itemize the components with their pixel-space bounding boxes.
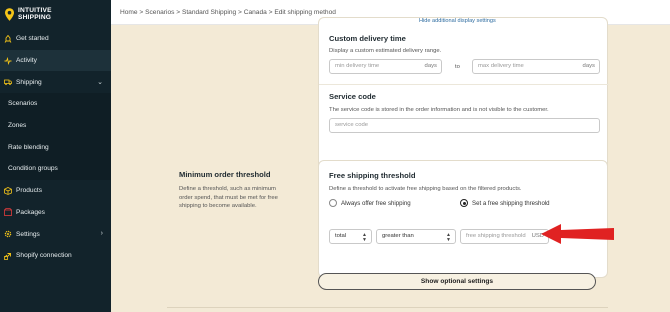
- sidebar-item-get-started[interactable]: Get started: [0, 28, 111, 50]
- logo[interactable]: INTUITIVE SHIPPING: [5, 4, 105, 24]
- sidebar-item-condition-groups[interactable]: Condition groups: [0, 158, 111, 180]
- total-select-value: total: [335, 233, 347, 239]
- select-arrows-icon: ▲ ▼: [446, 232, 451, 243]
- sidebar-item-label: Get started: [16, 35, 49, 43]
- sidebar-item-packages[interactable]: Packages: [0, 202, 111, 224]
- min-delivery-suffix: days: [424, 63, 437, 69]
- radio-label: Set a free shipping threshold: [472, 199, 550, 207]
- to-label: to: [455, 64, 460, 70]
- radio-button[interactable]: [329, 199, 337, 207]
- service-code-desc: The service code is stored in the order …: [329, 107, 549, 113]
- minimum-order-threshold-desc: Define a threshold, such as minimum orde…: [179, 186, 278, 209]
- main-content: Hide additional display settings Custom …: [111, 17, 670, 312]
- free-shipping-threshold-card: Free shipping threshold Define a thresho…: [318, 160, 608, 278]
- sidebar-item-label: Zones: [8, 122, 27, 130]
- logo-line1: INTUITIVE: [18, 6, 52, 14]
- sidebar-item-activity[interactable]: Activity: [0, 49, 111, 72]
- sidebar-item-label: Activity: [16, 57, 37, 65]
- min-delivery-placeholder: min delivery time: [335, 63, 380, 69]
- radio-always-free[interactable]: Always offer free shipping: [329, 199, 411, 207]
- breadcrumb[interactable]: Home > Scenarios > Standard Shipping > C…: [120, 9, 336, 16]
- chevron-right-icon: ›: [100, 230, 103, 238]
- max-delivery-placeholder: max delivery time: [478, 63, 524, 69]
- service-code-placeholder: service code: [335, 122, 369, 128]
- max-delivery-suffix: days: [582, 63, 595, 69]
- select-arrows-icon: ▲ ▼: [362, 232, 367, 243]
- service-code-input[interactable]: service code: [329, 118, 600, 133]
- sidebar-item-scenarios[interactable]: Scenarios: [0, 93, 111, 115]
- sidebar-item-label: Rate blending: [8, 143, 49, 151]
- custom-delivery-title: Custom delivery time: [329, 34, 406, 43]
- gear-icon: [4, 230, 12, 238]
- hide-display-settings-link[interactable]: Hide additional display settings: [419, 18, 496, 24]
- sidebar-item-settings[interactable]: Settings ›: [0, 223, 111, 245]
- chevron-down-icon: ⌄: [97, 79, 103, 87]
- sidebar-item-products[interactable]: Products: [0, 180, 111, 202]
- threshold-placeholder: free shipping threshold: [466, 233, 526, 239]
- sidebar-item-label: Settings: [16, 230, 40, 238]
- package-icon: [4, 208, 12, 217]
- radio-set-threshold[interactable]: Set a free shipping threshold: [460, 199, 550, 207]
- total-select[interactable]: total ▲ ▼: [329, 229, 372, 244]
- activity-icon: [4, 56, 12, 65]
- min-delivery-input[interactable]: min delivery time days: [329, 59, 442, 74]
- custom-delivery-desc: Display a custom estimated delivery rang…: [329, 48, 442, 54]
- sidebar-nav: Get started Activity Shipping ⌄ Scenario…: [0, 28, 111, 267]
- sidebar-item-shipping[interactable]: Shipping ⌄: [0, 71, 111, 93]
- red-arrow-annotation: [541, 224, 614, 244]
- free-shipping-threshold-desc: Define a threshold to activate free ship…: [329, 186, 522, 192]
- comparison-select-value: greater than: [382, 233, 414, 239]
- logo-line2: SHIPPING: [18, 14, 52, 21]
- show-optional-settings-button[interactable]: Show optional settings: [318, 273, 596, 290]
- sidebar-item-label: Shopify connection: [16, 252, 72, 260]
- map-pin-icon: [5, 7, 14, 21]
- service-code-title: Service code: [329, 92, 376, 101]
- sidebar-item-shopify-connection[interactable]: Shopify connection: [0, 245, 111, 267]
- divider: [167, 307, 608, 308]
- sidebar-item-zones[interactable]: Zones: [0, 114, 111, 137]
- free-shipping-threshold-input[interactable]: free shipping threshold USD: [460, 229, 549, 244]
- sidebar-item-label: Products: [16, 187, 43, 195]
- divider: [319, 84, 609, 85]
- free-shipping-threshold-title: Free shipping threshold: [329, 171, 416, 180]
- sidebar-item-label: Shipping: [16, 78, 42, 86]
- comparison-select[interactable]: greater than ▲ ▼: [376, 229, 456, 244]
- radio-button-checked[interactable]: [460, 199, 468, 207]
- box-icon: [4, 186, 12, 195]
- sidebar-item-label: Scenarios: [8, 100, 38, 108]
- sidebar-item-label: Packages: [16, 208, 45, 216]
- sidebar: INTUITIVE SHIPPING Get started Activity …: [0, 0, 111, 312]
- sidebar-item-rate-blending[interactable]: Rate blending: [0, 136, 111, 159]
- minimum-order-threshold-title: Minimum order threshold: [179, 170, 271, 179]
- display-settings-card: Hide additional display settings Custom …: [318, 17, 609, 174]
- max-delivery-input[interactable]: max delivery time days: [472, 59, 600, 74]
- rocket-icon: [4, 34, 12, 43]
- radio-label: Always offer free shipping: [341, 199, 411, 207]
- sidebar-item-label: Condition groups: [8, 165, 58, 173]
- truck-icon: [4, 78, 12, 86]
- link-icon: [4, 252, 12, 260]
- logo-text: INTUITIVE SHIPPING: [18, 7, 52, 21]
